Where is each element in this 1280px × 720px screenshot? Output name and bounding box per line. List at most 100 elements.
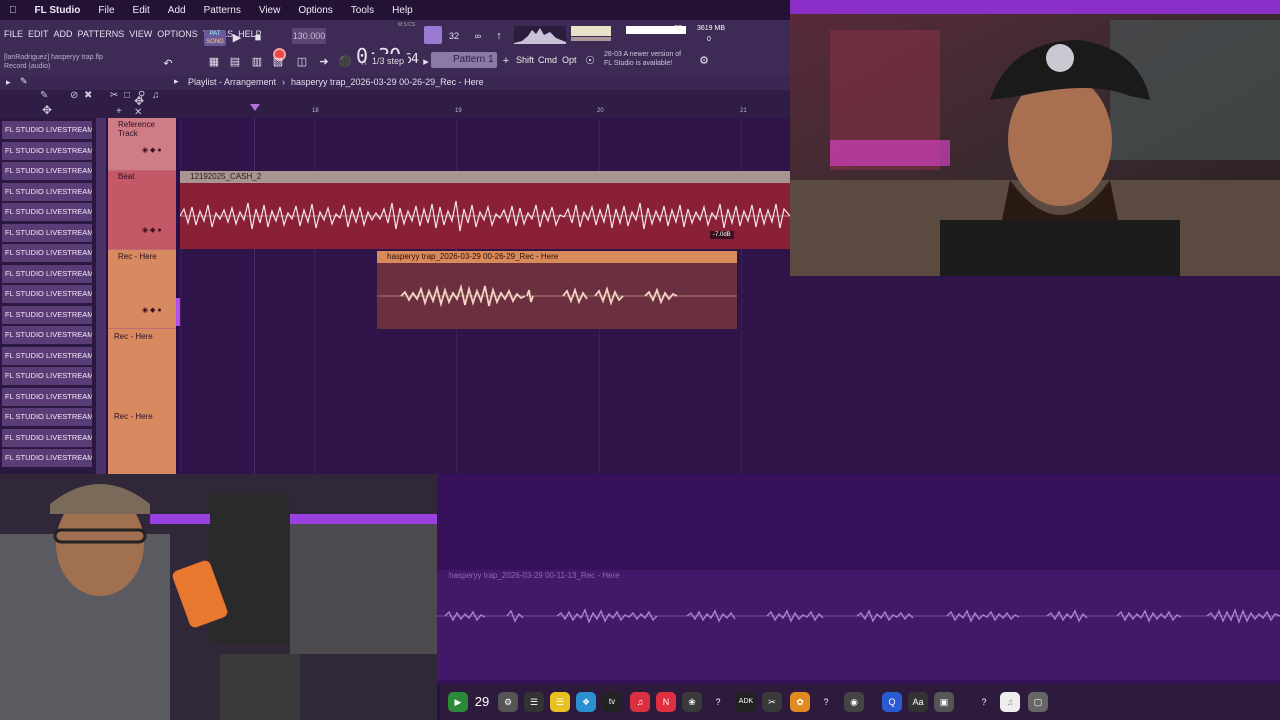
shift-key-button[interactable]: Shift: [516, 53, 534, 68]
channel-rack-icon[interactable]: ▥: [249, 54, 265, 70]
picker-item[interactable]: FL STUDIO LIVESTREAM T...: [2, 408, 92, 426]
browser-icon[interactable]: ➜: [316, 54, 332, 70]
picker-item[interactable]: FL STUDIO LIVESTREAM T...: [2, 326, 92, 344]
app-menu[interactable]: FL Studio: [26, 5, 90, 16]
picker-item[interactable]: FL STUDIO LIVESTREAM T...: [2, 449, 92, 467]
playhead-marker[interactable]: [250, 104, 260, 111]
safari-icon[interactable]: ❖: [576, 692, 596, 712]
track-reference[interactable]: Reference Track: [108, 120, 176, 138]
track-rec-2[interactable]: Rec - Here: [108, 332, 176, 341]
fl-menu-options[interactable]: OPTIONS: [157, 29, 198, 39]
apple-tv-icon[interactable]: tv: [602, 692, 622, 712]
fl-menu-file[interactable]: FILE: [4, 29, 23, 39]
settings-icon[interactable]: ⚙: [696, 53, 712, 69]
picker-item[interactable]: FL STUDIO LIVESTREAM T...: [2, 121, 92, 139]
track-rec-1[interactable]: Rec - Here: [108, 252, 176, 261]
cmd-key-button[interactable]: Cmd: [538, 53, 557, 68]
quicktime-icon[interactable]: Q: [882, 692, 902, 712]
picker-scrollbar[interactable]: [96, 118, 106, 474]
track-beat[interactable]: Beat: [108, 172, 176, 181]
beat-clip[interactable]: 12192025_CASH_2 -7.0dB: [180, 171, 790, 249]
delete-tool-icon[interactable]: ⊘: [70, 90, 78, 101]
menu-file[interactable]: File: [89, 5, 123, 16]
close-x-icon[interactable]: ✕: [134, 107, 142, 118]
activity-monitor-icon[interactable]: ◉: [844, 692, 864, 712]
picker-item[interactable]: FL STUDIO LIVESTREAM T...: [2, 203, 92, 221]
track-2-controls-icon[interactable]: ◉ ◆ ●: [142, 226, 162, 234]
playlist-menu-icon[interactable]: ▸: [6, 77, 11, 88]
paint-tool-icon[interactable]: ✎: [20, 76, 28, 87]
picker-item[interactable]: FL STUDIO LIVESTREAM T...: [2, 367, 92, 385]
pat-song-toggle[interactable]: PAT SONG: [204, 30, 226, 46]
news-icon[interactable]: ☉: [582, 53, 598, 69]
pattern-32-icon[interactable]: 32: [446, 28, 462, 44]
snap-select[interactable]: 1/3 step: [368, 54, 408, 68]
notes-icon[interactable]: ☰: [550, 692, 570, 712]
playlist-icon[interactable]: ▦: [206, 54, 222, 70]
slice-tool-icon[interactable]: ✂: [110, 90, 118, 101]
waveform-mode-icon[interactable]: [424, 26, 442, 44]
rec-clip[interactable]: hasperyy trap_2026-03-29 00-26-29_Rec - …: [377, 251, 737, 329]
track-3-controls-icon[interactable]: ◉ ◆ ●: [142, 306, 162, 314]
app-icon[interactable]: ▣: [934, 692, 954, 712]
document-icon[interactable]: ♫: [1000, 692, 1020, 712]
system-settings-icon[interactable]: ⚙: [498, 692, 518, 712]
playlist-grid[interactable]: 12192025_CASH_2 -7.0dB hasperyy trap_202…: [176, 118, 790, 474]
playback-tool-icon[interactable]: ♫: [152, 90, 160, 101]
help-icon[interactable]: ?: [708, 692, 728, 712]
picker-item[interactable]: FL STUDIO LIVESTREAM T...: [2, 285, 92, 303]
arrange-move-icon[interactable]: ✥: [134, 94, 144, 108]
lower-clip[interactable]: hasperyy trap_2026-03-29 00-11-13_Rec - …: [437, 570, 1280, 680]
draw-tool-icon[interactable]: ✎: [40, 90, 48, 101]
capcut-icon[interactable]: ✂: [762, 692, 782, 712]
plugin-icon[interactable]: ◫: [294, 54, 310, 70]
picker-item[interactable]: FL STUDIO LIVESTREAM T...: [2, 142, 92, 160]
playlist-options-icon[interactable]: ▸: [174, 76, 179, 87]
fl-menu-view[interactable]: VIEW: [129, 29, 152, 39]
tempo-display[interactable]: 130.000: [292, 28, 326, 44]
select-tool-icon[interactable]: □: [124, 90, 130, 101]
menu-edit[interactable]: Edit: [124, 5, 159, 16]
chatgpt-icon[interactable]: ❀: [682, 692, 702, 712]
picker-item[interactable]: FL STUDIO LIVESTREAM T...: [2, 347, 92, 365]
music-icon[interactable]: ♫: [630, 692, 650, 712]
microphone-icon[interactable]: ⚫: [337, 54, 353, 70]
typing-keyboard-icon[interactable]: ∞: [470, 28, 486, 44]
piano-roll-icon[interactable]: ▤: [227, 54, 243, 70]
picker-item[interactable]: FL STUDIO LIVESTREAM T...: [2, 162, 92, 180]
help-icon-2[interactable]: ?: [816, 692, 836, 712]
opt-key-button[interactable]: Opt: [562, 53, 577, 68]
update-notice[interactable]: 28-03 A newer version of FL Studio is av…: [604, 50, 681, 68]
menu-patterns[interactable]: Patterns: [195, 5, 250, 16]
pattern-selector[interactable]: Pattern 1: [431, 52, 497, 68]
news-app-icon[interactable]: N: [656, 692, 676, 712]
fl-studio-icon[interactable]: ✿: [790, 692, 810, 712]
trash-icon[interactable]: ▢: [1028, 692, 1048, 712]
menu-tools[interactable]: Tools: [342, 5, 383, 16]
notes-list-icon[interactable]: ☰: [524, 692, 544, 712]
picker-item[interactable]: FL STUDIO LIVESTREAM T...: [2, 224, 92, 242]
facetime-icon[interactable]: ▶: [448, 692, 468, 712]
menu-help[interactable]: Help: [383, 5, 422, 16]
lower-playlist-area[interactable]: hasperyy trap_2026-03-29 00-11-13_Rec - …: [437, 474, 1280, 684]
move-icon[interactable]: ✥: [42, 103, 52, 117]
picker-item[interactable]: FL STUDIO LIVESTREAM T...: [2, 429, 92, 447]
fl-menu-patterns[interactable]: PATTERNS: [78, 29, 125, 39]
pattern-add-icon[interactable]: +: [498, 53, 514, 69]
picker-item[interactable]: FL STUDIO LIVESTREAM T...: [2, 306, 92, 324]
audio-app-icon[interactable]: ADK: [736, 692, 756, 712]
menu-options[interactable]: Options: [289, 5, 341, 16]
picker-item[interactable]: FL STUDIO LIVESTREAM T...: [2, 265, 92, 283]
help-icon-3[interactable]: ?: [974, 692, 994, 712]
picker-item[interactable]: FL STUDIO LIVESTREAM T...: [2, 388, 92, 406]
undo-icon[interactable]: ↶: [160, 56, 176, 72]
menu-add[interactable]: Add: [159, 5, 195, 16]
track-1-controls-icon[interactable]: ◉ ◆ ●: [142, 146, 162, 154]
metronome-icon[interactable]: ↑: [491, 28, 507, 44]
dictionary-icon[interactable]: Aa: [908, 692, 928, 712]
play-icon[interactable]: ▶: [229, 30, 245, 46]
picker-item[interactable]: FL STUDIO LIVESTREAM T...: [2, 244, 92, 262]
apple-icon[interactable]: : [0, 5, 26, 16]
playlist-grid-extension[interactable]: [790, 276, 1280, 476]
fl-menu-edit[interactable]: EDIT: [28, 29, 49, 39]
